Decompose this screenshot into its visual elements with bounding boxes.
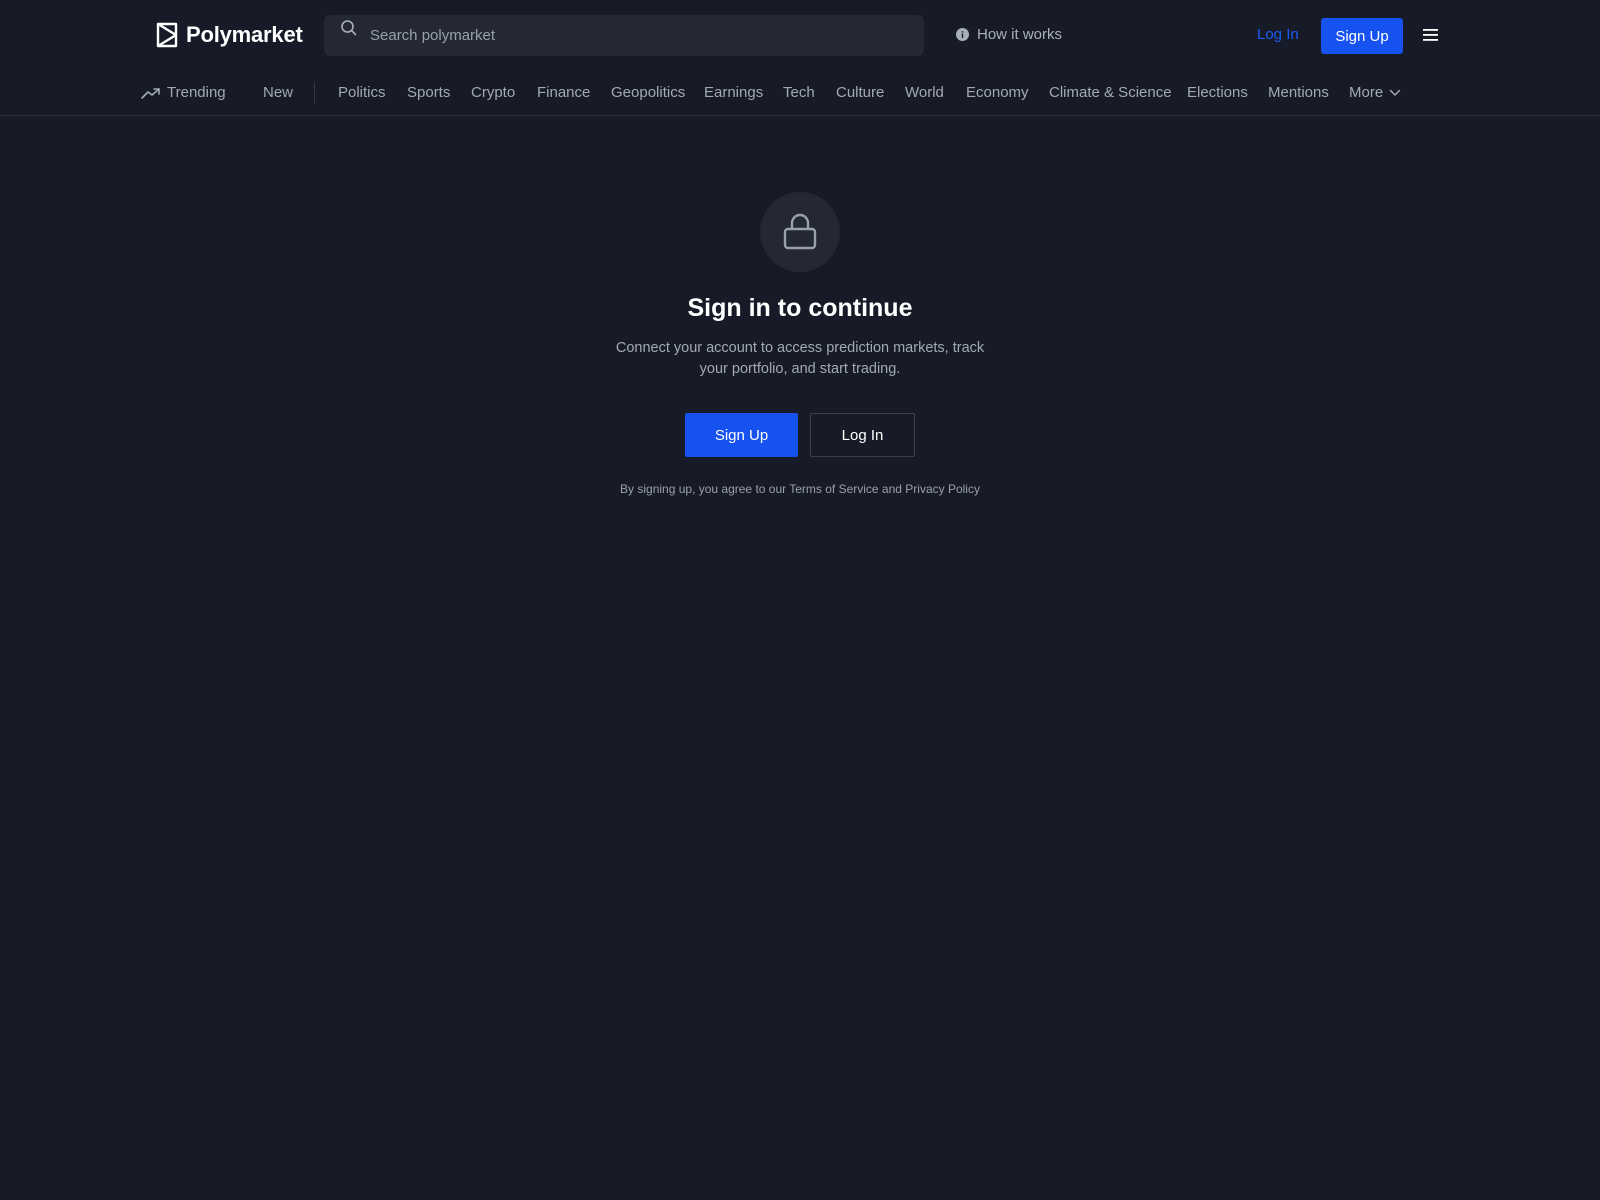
lock-icon: [783, 213, 817, 250]
nav-trending[interactable]: Trending: [141, 84, 226, 101]
nav-crypto[interactable]: Crypto: [471, 84, 515, 101]
nav-finance[interactable]: Finance: [537, 84, 590, 101]
polymarket-logo[interactable]: Polymarket: [156, 22, 303, 48]
nav-more-label: More: [1349, 84, 1384, 101]
nav-trending-label: Trending: [167, 84, 226, 101]
nav-new[interactable]: New: [263, 84, 293, 101]
logo-text: Polymarket: [186, 22, 303, 47]
nav-more[interactable]: More: [1349, 84, 1401, 101]
nav-economy[interactable]: Economy: [966, 84, 1029, 101]
nav-tech[interactable]: Tech: [783, 84, 815, 101]
nav-elections[interactable]: Elections: [1187, 84, 1248, 101]
how-it-works-link[interactable]: How it works: [956, 26, 1062, 43]
category-nav: Trending New Politics Sports Crypto Fina…: [0, 72, 1600, 116]
nav-earnings[interactable]: Earnings: [704, 84, 763, 101]
search-icon: [341, 20, 357, 36]
polymarket-logo-icon: [156, 22, 178, 48]
sign-in-title: Sign in to continue: [687, 294, 913, 322]
signup-button[interactable]: Sign Up: [1321, 18, 1403, 54]
search-input[interactable]: [368, 15, 908, 56]
login-link[interactable]: Log In: [1257, 26, 1299, 43]
nav-geopolitics[interactable]: Geopolitics: [611, 84, 685, 101]
nav-politics[interactable]: Politics: [338, 84, 386, 101]
how-it-works-label: How it works: [977, 26, 1063, 43]
nav-world[interactable]: World: [905, 84, 944, 101]
info-icon: [956, 28, 969, 41]
chevron-down-icon: [1389, 89, 1401, 96]
nav-divider: [314, 82, 315, 104]
top-bar: Polymarket How it works Log In Sign Up: [0, 0, 1600, 72]
trending-up-icon: [141, 87, 160, 99]
hamburger-icon: [1423, 29, 1438, 41]
nav-mentions[interactable]: Mentions: [1268, 84, 1329, 101]
terms-notice: By signing up, you agree to our Terms of…: [620, 482, 980, 496]
signup-main-button[interactable]: Sign Up: [685, 413, 798, 457]
sign-in-subtitle: Connect your account to access predictio…: [615, 340, 985, 377]
nav-climate-science[interactable]: Climate & Science: [1049, 84, 1172, 101]
nav-sports[interactable]: Sports: [407, 84, 450, 101]
login-main-button[interactable]: Log In: [810, 413, 915, 457]
search-bar[interactable]: [324, 15, 924, 56]
hamburger-menu-button[interactable]: [1421, 26, 1441, 44]
nav-culture[interactable]: Culture: [836, 84, 884, 101]
lock-badge: [760, 192, 840, 272]
